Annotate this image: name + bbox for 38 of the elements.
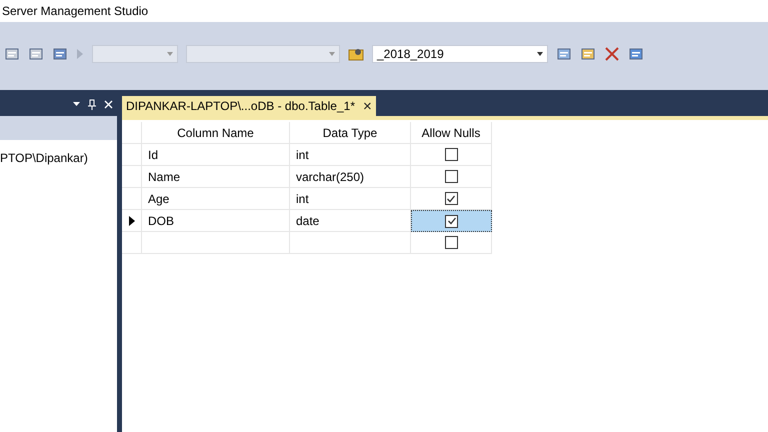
table-cell[interactable]: varchar(250) bbox=[290, 166, 411, 188]
toolbar-icon[interactable] bbox=[28, 46, 44, 62]
checkbox[interactable] bbox=[445, 214, 458, 228]
toolbar-icon[interactable] bbox=[4, 46, 20, 62]
row-header[interactable] bbox=[122, 210, 142, 232]
checkbox[interactable] bbox=[444, 192, 458, 205]
tools-icon[interactable] bbox=[604, 46, 620, 62]
checkbox[interactable] bbox=[444, 148, 458, 161]
toolbar-icon[interactable] bbox=[556, 46, 572, 62]
tree-item[interactable]: PTOP\Dipankar) bbox=[0, 151, 88, 165]
column-header: Column Name bbox=[142, 122, 290, 144]
caret-icon[interactable] bbox=[73, 102, 80, 106]
checkbox[interactable] bbox=[444, 170, 458, 183]
chart-icon[interactable] bbox=[52, 46, 68, 62]
table-cell[interactable]: Name bbox=[142, 166, 290, 188]
close-icon[interactable] bbox=[104, 100, 113, 108]
pin-icon[interactable] bbox=[88, 98, 96, 110]
caret-icon bbox=[167, 52, 173, 56]
checkbox[interactable] bbox=[444, 236, 458, 249]
row-indicator-icon bbox=[128, 216, 134, 226]
column-header: Data Type bbox=[290, 122, 411, 144]
caret-icon bbox=[537, 52, 543, 56]
caret-icon bbox=[329, 52, 335, 56]
table-cell[interactable]: int bbox=[290, 188, 411, 210]
window-title: Server Management Studio bbox=[2, 3, 148, 20]
table-cell[interactable] bbox=[411, 210, 492, 232]
table-cell[interactable]: Id bbox=[142, 144, 290, 166]
table-cell[interactable]: DOB bbox=[142, 210, 290, 232]
document-tab[interactable]: DIPANKAR-LAPTOP\...oDB - dbo.Table_1* × bbox=[122, 96, 376, 116]
database-icon[interactable] bbox=[348, 46, 364, 62]
table-cell[interactable]: Age bbox=[142, 188, 290, 210]
toolbar-icon[interactable] bbox=[580, 46, 596, 62]
corner-header bbox=[122, 122, 142, 144]
close-icon[interactable]: × bbox=[363, 98, 372, 114]
column-header: Allow Nulls bbox=[411, 122, 492, 144]
dropdown[interactable]: _2018_2019 bbox=[372, 45, 548, 63]
window-icon[interactable] bbox=[628, 46, 644, 62]
table-cell[interactable]: int bbox=[290, 144, 411, 166]
